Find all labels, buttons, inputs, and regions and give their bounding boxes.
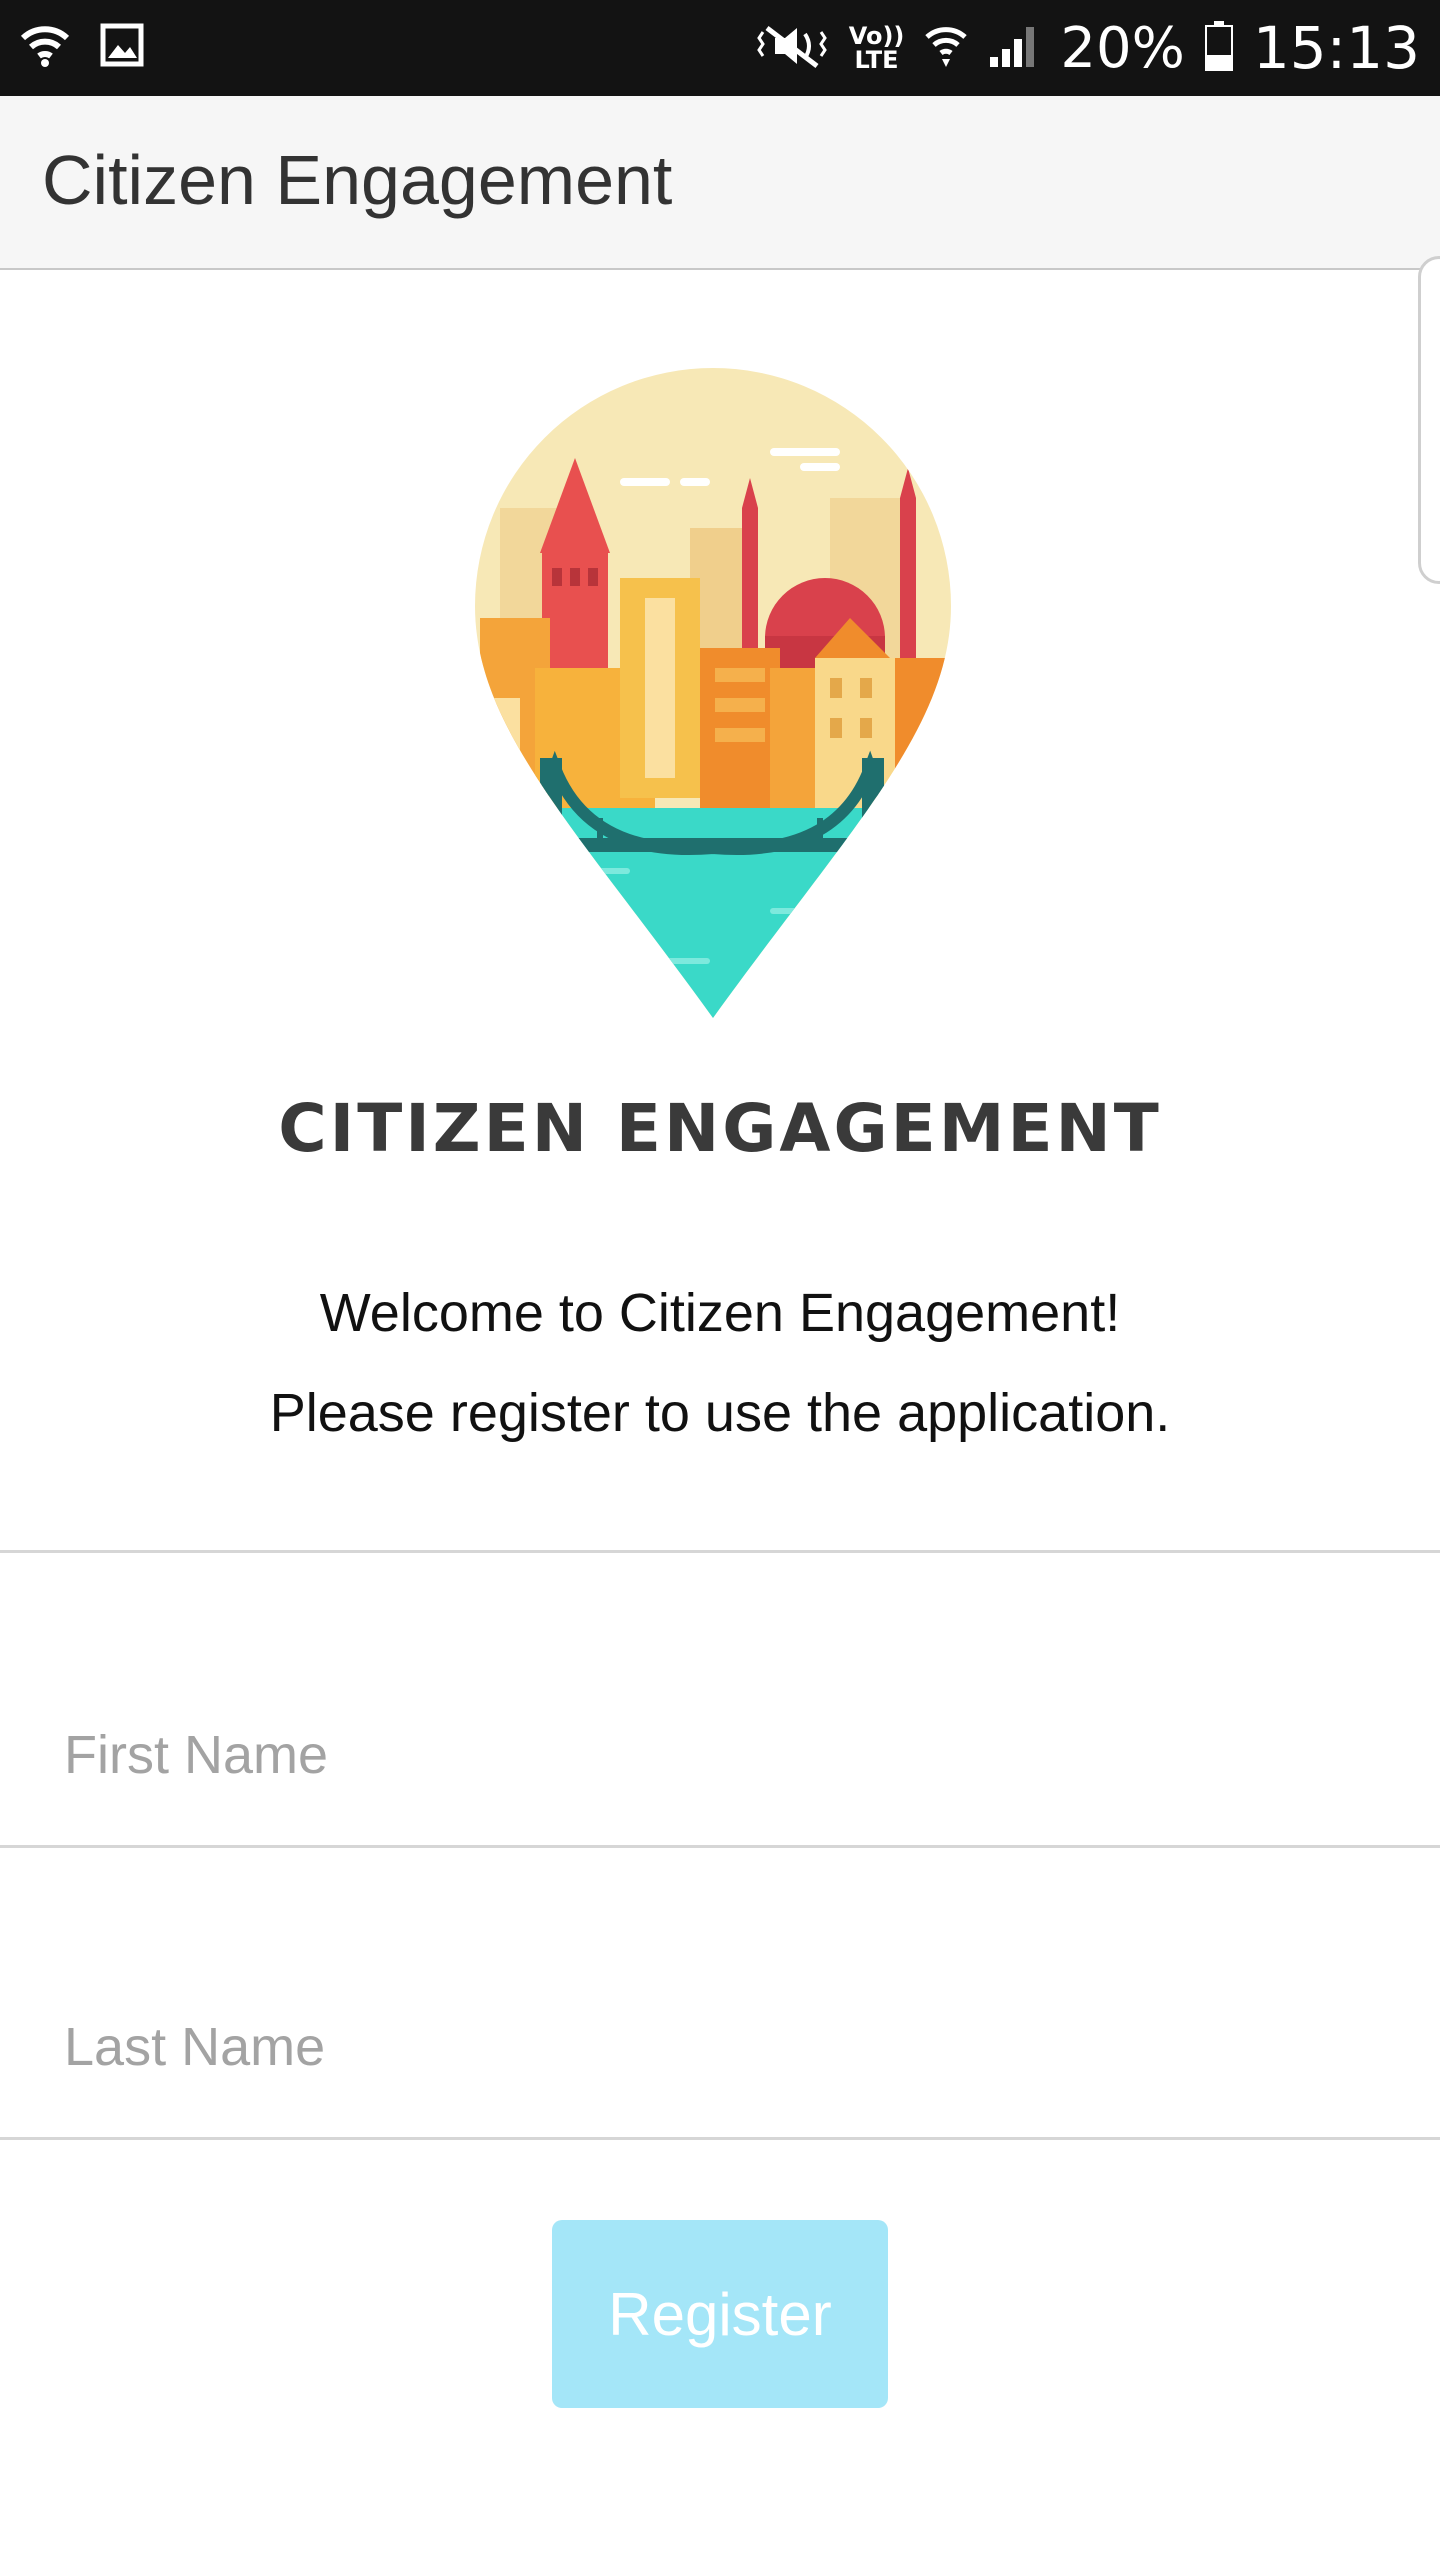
city-map-pin-logo <box>470 368 956 1028</box>
status-bar: Vo)) LTE 20% 15:13 <box>0 0 1440 96</box>
brand-name: CITIZEN ENGAGEMENT <box>278 1090 1162 1167</box>
last-name-input[interactable] <box>0 1992 1440 2102</box>
signal-icon <box>988 23 1040 74</box>
wifi-calling-icon <box>924 23 968 74</box>
instructions-text: Please register to use the application. <box>269 1383 1171 1443</box>
mute-icon <box>756 22 829 75</box>
last-name-underline <box>0 2137 1440 2140</box>
register-button[interactable]: Register <box>552 2220 888 2408</box>
edge-panel-handle[interactable] <box>1418 256 1440 584</box>
welcome-text: Welcome to Citizen Engagement! <box>319 1283 1121 1343</box>
lte-label: LTE <box>854 46 899 74</box>
app-title: Citizen Engagement <box>42 141 673 219</box>
divider <box>0 1550 1440 1553</box>
battery-percent: 20% <box>1060 15 1185 81</box>
first-name-input[interactable] <box>0 1700 1440 1810</box>
battery-icon <box>1204 20 1233 76</box>
volte-icon: Vo)) LTE <box>849 24 905 72</box>
volte-label: Vo)) <box>848 22 905 50</box>
first-name-underline <box>0 1845 1440 1848</box>
wifi-icon <box>20 22 70 73</box>
gallery-icon <box>100 23 144 72</box>
app-bar: Citizen Engagement <box>0 96 1440 270</box>
clock: 15:13 <box>1252 14 1420 82</box>
